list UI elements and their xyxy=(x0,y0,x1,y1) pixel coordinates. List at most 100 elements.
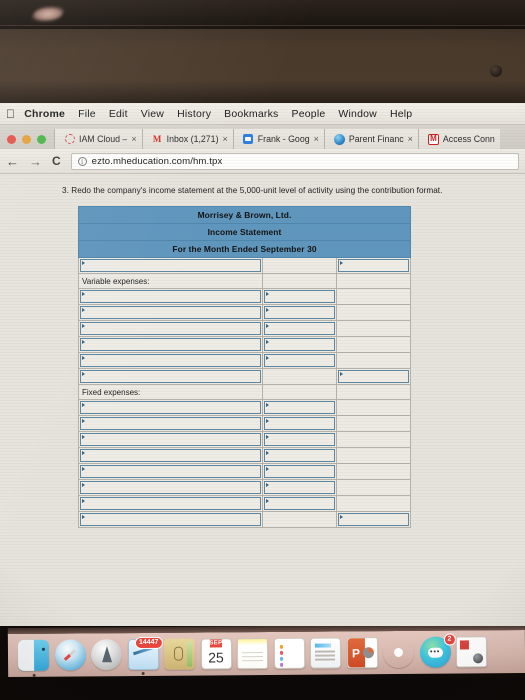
worksheet-cell-input[interactable] xyxy=(262,288,337,305)
worksheet-input-r13-c1[interactable] xyxy=(264,465,335,478)
worksheet-cell-input[interactable] xyxy=(336,257,411,274)
menu-item-view[interactable]: View xyxy=(141,108,164,120)
dock-item-notes[interactable] xyxy=(236,637,269,670)
dock-item-calendar[interactable]: SEP 25 xyxy=(200,638,232,670)
apple-logo-icon[interactable]:  xyxy=(6,108,15,120)
worksheet-input-r14-c0[interactable] xyxy=(80,481,261,494)
menu-item-history[interactable]: History xyxy=(177,108,211,120)
menu-item-edit[interactable]: Edit xyxy=(109,108,128,120)
worksheet-input-r4-c0[interactable] xyxy=(80,322,261,335)
worksheet-cell-input[interactable] xyxy=(262,463,337,480)
worksheet-cell-input[interactable] xyxy=(78,511,263,528)
dock-item-safari[interactable] xyxy=(54,639,86,671)
worksheet-input-r10-c1[interactable] xyxy=(264,417,335,430)
worksheet-cell-input[interactable] xyxy=(78,320,263,337)
worksheet-input-r9-c1[interactable] xyxy=(264,401,335,414)
worksheet-cell-input[interactable] xyxy=(78,257,263,274)
menu-item-chrome[interactable]: Chrome xyxy=(24,108,65,120)
worksheet-cell-input[interactable] xyxy=(78,399,263,416)
worksheet-input-r12-c1[interactable] xyxy=(264,449,335,462)
reload-icon[interactable]: C xyxy=(52,155,61,167)
worksheet-cell-input[interactable] xyxy=(78,447,263,464)
dock-item-contacts[interactable] xyxy=(163,638,196,670)
minimize-window-button[interactable] xyxy=(22,135,31,144)
close-icon[interactable]: × xyxy=(408,134,413,144)
dock-item-reminders[interactable] xyxy=(273,637,305,669)
worksheet-input-r5-c0[interactable] xyxy=(80,338,261,351)
worksheet-cell-input[interactable] xyxy=(78,431,263,448)
address-bar[interactable]: i ezto.mheducation.com/hm.tpx xyxy=(70,152,519,170)
menu-item-help[interactable]: Help xyxy=(390,108,412,120)
worksheet-input-r11-c0[interactable] xyxy=(80,433,261,446)
worksheet-input-r12-c0[interactable] xyxy=(80,449,261,462)
dock-item-powerpoint[interactable]: P xyxy=(346,637,378,669)
worksheet-cell-input[interactable] xyxy=(78,415,263,432)
worksheet-input-r16-c0[interactable] xyxy=(80,513,261,526)
worksheet-input-r15-c0[interactable] xyxy=(80,497,261,510)
menu-item-bookmarks[interactable]: Bookmarks xyxy=(224,108,278,120)
dock-item-qr-app[interactable] xyxy=(455,636,488,668)
close-window-button[interactable] xyxy=(7,135,16,144)
worksheet-cell-input[interactable] xyxy=(336,511,411,528)
worksheet-input-r7-c0[interactable] xyxy=(80,370,261,383)
worksheet-input-r13-c0[interactable] xyxy=(80,465,261,478)
forward-icon[interactable]: → xyxy=(29,155,42,168)
worksheet-input-r6-c1[interactable] xyxy=(264,354,335,367)
worksheet-cell-input[interactable] xyxy=(262,495,337,512)
worksheet-input-r5-c1[interactable] xyxy=(264,338,335,351)
browser-tab-iam-cloud[interactable]: IAM Cloud – × xyxy=(54,129,142,149)
close-icon[interactable]: × xyxy=(314,134,319,144)
close-icon[interactable]: × xyxy=(131,134,136,144)
worksheet-input-r2-c1[interactable] xyxy=(264,290,335,303)
worksheet-cell-input[interactable] xyxy=(78,336,263,353)
dock-item-photos[interactable] xyxy=(383,637,414,668)
worksheet-cell-input[interactable] xyxy=(78,479,263,496)
browser-tab-inbox[interactable]: M Inbox (1,271) × xyxy=(141,129,233,149)
worksheet-cell-input[interactable] xyxy=(262,447,337,464)
worksheet-cell-input[interactable] xyxy=(78,304,263,321)
worksheet-input-r7-c2[interactable] xyxy=(338,370,409,383)
dock-item-finder[interactable] xyxy=(17,639,50,677)
worksheet-input-r0-c2[interactable] xyxy=(338,259,409,272)
worksheet-input-r11-c1[interactable] xyxy=(264,433,335,446)
dock-item-launchpad[interactable] xyxy=(90,639,123,671)
worksheet-cell-input[interactable] xyxy=(262,431,337,448)
dock-item-mail[interactable]: 14447 xyxy=(127,636,163,675)
browser-tab-frank-google[interactable]: Frank - Goog × xyxy=(232,129,324,149)
worksheet-cell-input[interactable] xyxy=(262,415,337,432)
dock-item-messages[interactable]: ••• 2 xyxy=(419,633,456,668)
menu-item-file[interactable]: File xyxy=(78,108,96,120)
worksheet-input-r4-c1[interactable] xyxy=(264,322,335,335)
menu-item-window[interactable]: Window xyxy=(338,108,377,120)
worksheet-cell-input[interactable] xyxy=(262,336,337,353)
worksheet-cell-input[interactable] xyxy=(262,479,337,496)
browser-tab-parent-finance[interactable]: Parent Financ × xyxy=(323,129,418,149)
worksheet-input-r6-c0[interactable] xyxy=(80,354,261,367)
worksheet-input-r10-c0[interactable] xyxy=(80,417,261,430)
site-info-icon[interactable]: i xyxy=(77,156,87,166)
back-icon[interactable]: ← xyxy=(6,155,19,168)
browser-tab-access-connect[interactable]: M Access Conn xyxy=(417,129,500,149)
worksheet-input-r9-c0[interactable] xyxy=(80,401,261,414)
worksheet-input-r16-c2[interactable] xyxy=(338,513,409,526)
worksheet-input-r3-c0[interactable] xyxy=(80,306,261,319)
worksheet-cell-input[interactable] xyxy=(262,399,337,416)
worksheet-input-r14-c1[interactable] xyxy=(264,481,335,494)
worksheet-input-r15-c1[interactable] xyxy=(264,497,335,510)
close-icon[interactable]: × xyxy=(223,134,228,144)
worksheet-cell-input[interactable] xyxy=(78,495,263,512)
worksheet-cell-input[interactable] xyxy=(262,352,337,369)
worksheet-cell-input[interactable] xyxy=(78,352,263,369)
worksheet-cell-input[interactable] xyxy=(336,368,411,385)
menu-item-people[interactable]: People xyxy=(292,108,326,120)
worksheet-input-r3-c1[interactable] xyxy=(264,306,335,319)
worksheet-cell-input[interactable] xyxy=(262,304,337,321)
dock-item-news[interactable] xyxy=(309,637,342,669)
maximize-window-button[interactable] xyxy=(37,135,46,144)
worksheet-cell-input[interactable] xyxy=(262,320,337,337)
worksheet-cell-input[interactable] xyxy=(78,368,263,385)
worksheet-cell-input[interactable] xyxy=(78,288,263,305)
worksheet-input-r2-c0[interactable] xyxy=(80,290,261,303)
worksheet-input-r0-c0[interactable] xyxy=(80,259,261,272)
worksheet-cell-input[interactable] xyxy=(78,463,263,480)
